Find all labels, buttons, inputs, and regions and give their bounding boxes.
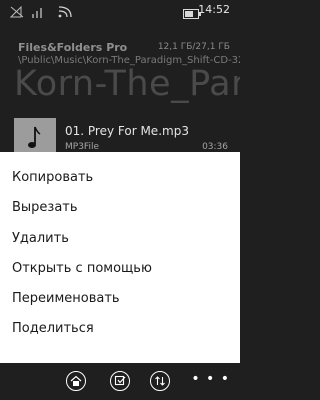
file-duration: 03:36 bbox=[202, 142, 228, 152]
menu-item-open-with[interactable]: Открыть с помощью bbox=[12, 261, 152, 276]
select-button[interactable] bbox=[110, 371, 130, 391]
file-type: MP3File bbox=[65, 142, 99, 152]
music-note-icon bbox=[26, 125, 42, 155]
sort-button[interactable] bbox=[150, 371, 170, 391]
storage-info: 12,1 ГБ/27,1 ГБ bbox=[157, 42, 230, 52]
context-menu: Копировать Вырезать Удалить Открыть с по… bbox=[0, 152, 240, 363]
menu-item-rename[interactable]: Переименовать bbox=[12, 291, 120, 306]
app-title: Files&Folders Pro bbox=[18, 41, 128, 54]
page-title: Korn-The_Paradigm bbox=[14, 64, 240, 104]
signal-off-icon bbox=[9, 3, 24, 22]
wifi-icon bbox=[58, 3, 72, 22]
home-button[interactable] bbox=[66, 371, 86, 391]
signal-bars-icon bbox=[32, 3, 42, 22]
file-name[interactable]: 01. Prey For Me.mp3 bbox=[65, 124, 189, 138]
menu-item-share[interactable]: Поделиться bbox=[12, 321, 94, 336]
menu-item-cut[interactable]: Вырезать bbox=[12, 200, 78, 215]
status-bar: 14:52 bbox=[0, 0, 240, 20]
menu-item-copy[interactable]: Копировать bbox=[12, 170, 93, 185]
more-button[interactable]: • • • bbox=[191, 371, 230, 387]
menu-item-delete[interactable]: Удалить bbox=[12, 231, 69, 246]
app-bar: • • • bbox=[0, 363, 240, 400]
clock: 14:52 bbox=[198, 3, 230, 16]
